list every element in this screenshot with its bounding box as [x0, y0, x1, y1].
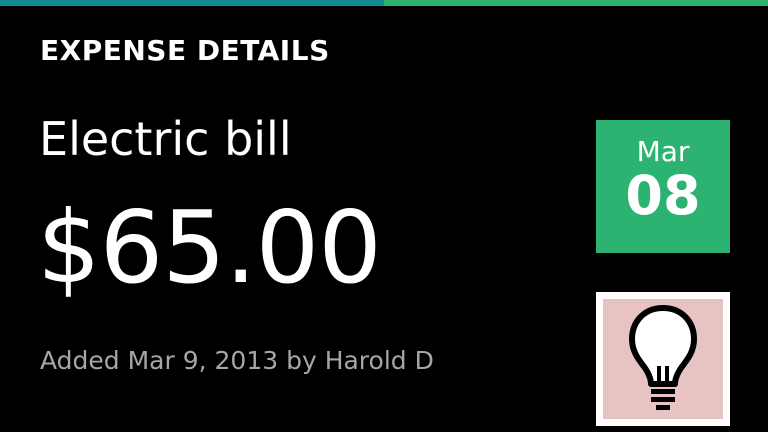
- accent-bar-green: [384, 0, 768, 6]
- category-tile-inner: [603, 299, 723, 419]
- lightbulb-icon: [629, 305, 697, 410]
- top-accent-bar: [0, 0, 768, 6]
- category-tile[interactable]: [596, 292, 730, 426]
- accent-bar-teal: [0, 0, 384, 6]
- date-tile: Mar 08: [596, 120, 730, 253]
- page-title: EXPENSE DETAILS: [40, 34, 330, 67]
- added-info: Added Mar 9, 2013 by Harold D: [40, 346, 434, 375]
- expense-amount: $65.00: [37, 189, 382, 306]
- expense-name: Electric bill: [39, 112, 292, 166]
- date-day: 08: [625, 164, 701, 227]
